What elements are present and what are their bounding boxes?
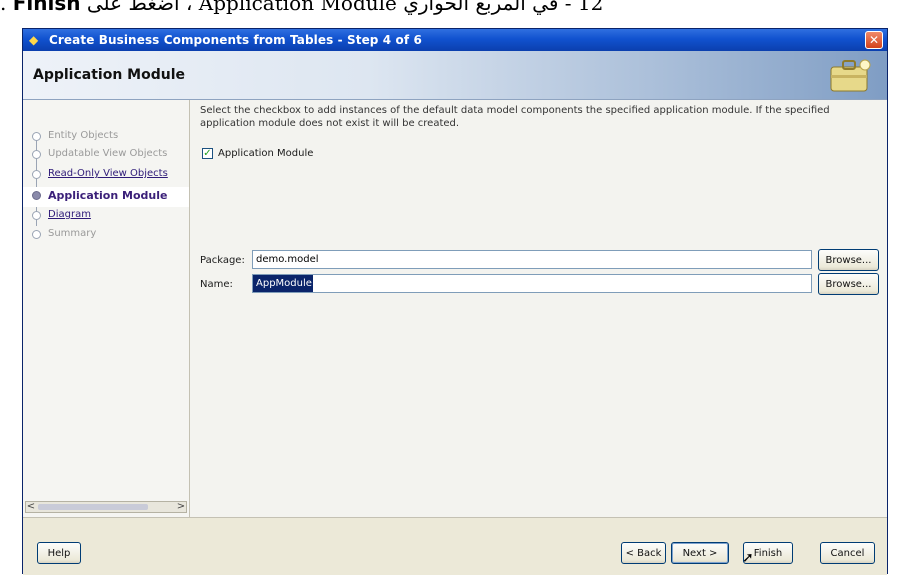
step-dot-icon bbox=[32, 230, 41, 239]
nav-step-application-module[interactable]: Application Module bbox=[23, 187, 189, 207]
close-icon: ✕ bbox=[868, 33, 880, 47]
wizard-dialog: ◆ Create Business Components from Tables… bbox=[22, 28, 888, 575]
cancel-button[interactable]: Cancel bbox=[820, 542, 875, 564]
package-browse-button[interactable]: Browse... bbox=[818, 249, 879, 271]
checkmark-icon[interactable]: ✓ bbox=[202, 148, 213, 159]
nav-step-entity-objects: Entity Objects bbox=[23, 128, 189, 146]
nav-step-label: Summary bbox=[48, 228, 97, 239]
app-icon: ◆ bbox=[29, 33, 39, 47]
nav-step-read-only-view-objects[interactable]: Read-Only View Objects bbox=[23, 166, 189, 184]
name-browse-button[interactable]: Browse... bbox=[818, 273, 879, 295]
wizard-step-nav: Entity Objects Updatable View Objects Re… bbox=[23, 100, 190, 517]
next-button[interactable]: Next > bbox=[671, 542, 729, 564]
scroll-thumb[interactable] bbox=[38, 504, 148, 510]
package-field[interactable] bbox=[252, 250, 812, 269]
step-dot-icon bbox=[32, 170, 41, 179]
step-dot-icon bbox=[32, 150, 41, 159]
close-button[interactable]: ✕ bbox=[865, 31, 883, 49]
nav-step-label: Application Module bbox=[48, 189, 168, 202]
help-button[interactable]: Help bbox=[37, 542, 81, 564]
page-caption: 12 - في المربع الحواري Application Modul… bbox=[0, 0, 604, 15]
step-dot-icon bbox=[32, 132, 41, 141]
step-banner: Application Module bbox=[23, 51, 887, 100]
nav-horizontal-scrollbar[interactable]: < > bbox=[25, 501, 187, 513]
nav-step-label: Diagram bbox=[48, 209, 91, 220]
mouse-pointer-icon: ➚ bbox=[742, 550, 754, 566]
window-title: Create Business Components from Tables -… bbox=[49, 33, 422, 47]
step-content: Select the checkbox to add instances of … bbox=[190, 100, 887, 517]
package-label: Package: bbox=[200, 255, 245, 266]
instructions-text: Select the checkbox to add instances of … bbox=[200, 105, 830, 129]
title-bar[interactable]: ◆ Create Business Components from Tables… bbox=[23, 29, 887, 51]
step-heading: Application Module bbox=[33, 67, 186, 83]
checkbox-label: Application Module bbox=[218, 148, 314, 159]
scroll-left-icon[interactable]: < bbox=[26, 501, 36, 513]
nav-step-label: Read-Only View Objects bbox=[48, 168, 168, 179]
scroll-right-icon[interactable]: > bbox=[176, 501, 186, 513]
step-dot-icon bbox=[32, 211, 41, 220]
back-button[interactable]: < Back bbox=[621, 542, 666, 564]
name-label: Name: bbox=[200, 279, 233, 290]
button-bar: Help < Back Next > Finish Cancel bbox=[23, 517, 887, 575]
nav-step-summary: Summary bbox=[23, 226, 189, 244]
briefcase-icon bbox=[830, 59, 871, 92]
nav-step-diagram[interactable]: Diagram bbox=[23, 207, 189, 225]
nav-step-label: Entity Objects bbox=[48, 130, 119, 141]
name-field[interactable] bbox=[252, 274, 812, 293]
nav-step-label: Updatable View Objects bbox=[48, 148, 168, 159]
step-dot-icon bbox=[32, 191, 41, 200]
nav-step-updatable-view-objects: Updatable View Objects bbox=[23, 146, 189, 164]
